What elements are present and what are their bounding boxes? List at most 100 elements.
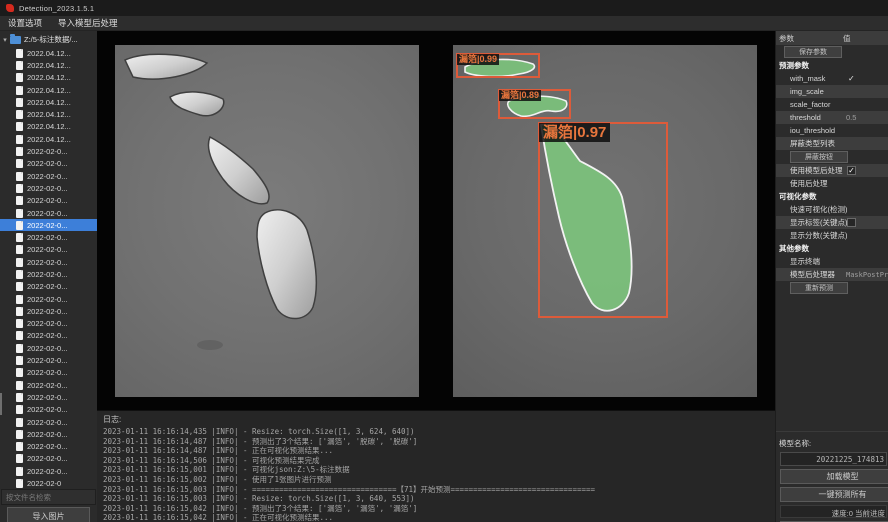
load-model-button[interactable]: 加载模型	[780, 469, 888, 484]
param-label: 使用后处理	[776, 178, 828, 189]
param-button[interactable]: 重新预测	[790, 282, 848, 294]
log-panel[interactable]: 日志: 2023-01-11 16:16:14,435 |INFO| - Res…	[97, 410, 775, 522]
file-icon	[16, 73, 23, 82]
file-icon	[16, 86, 23, 95]
param-row[interactable]: 显示终端	[776, 255, 888, 268]
file-icon	[16, 110, 23, 119]
file-icon	[16, 221, 23, 230]
param-label: 显示分数(关键点)	[776, 230, 848, 241]
param-row[interactable]: with_mask✓	[776, 72, 888, 85]
tree-item[interactable]: 2022-02-0...	[0, 207, 97, 219]
tree-item[interactable]: 2022-02-0...	[0, 391, 97, 403]
param-row[interactable]: iou_threshold	[776, 124, 888, 137]
file-icon	[16, 196, 23, 205]
param-row[interactable]: 使用模型后处理✓	[776, 164, 888, 177]
file-icon	[16, 122, 23, 131]
tree-item[interactable]: 2022-02-0...	[0, 342, 97, 354]
param-button[interactable]: 保存参数	[784, 46, 842, 58]
file-icon	[16, 393, 23, 402]
log-line: 2023-01-11 16:16:15,002 |INFO| - 使用了1张图片…	[97, 475, 775, 485]
detection-label: 漏箔|0.89	[499, 90, 541, 101]
tree-item[interactable]: 2022.04.12...	[0, 108, 97, 120]
param-row[interactable]: 显示分数(关键点)	[776, 229, 888, 242]
checkbox[interactable]	[847, 218, 856, 227]
param-label: with_mask	[776, 74, 825, 83]
param-button-row: 重新预测	[776, 281, 888, 295]
tree-item[interactable]: 2022-02-0...	[0, 244, 97, 256]
params-header-param: 参数	[776, 33, 843, 44]
tree-item[interactable]: 2022-02-0	[0, 477, 97, 489]
model-section: 模型名称: 20221225_174813 加载模型 一键预测所有 速度:0 当…	[776, 431, 888, 522]
param-label: img_scale	[776, 87, 824, 96]
tree-item[interactable]: 2022-02-0...	[0, 318, 97, 330]
param-label: 屏蔽类型列表	[776, 138, 835, 149]
tree-item[interactable]: 2022-02-0...	[0, 416, 97, 428]
model-name-label: 模型名称:	[776, 432, 888, 452]
folder-icon	[10, 36, 21, 44]
tree-item[interactable]: 2022-02-0...	[0, 379, 97, 391]
param-row[interactable]: 显示标签(关键点)	[776, 216, 888, 229]
menu-settings[interactable]: 设置选项	[0, 16, 50, 31]
checkbox[interactable]: ✓	[847, 166, 856, 175]
tree-item[interactable]: 2022-02-0...	[0, 367, 97, 379]
param-button[interactable]: 屏蔽按钮	[790, 151, 848, 163]
menu-import-postprocess[interactable]: 导入模型后处理	[50, 16, 126, 31]
tree-item[interactable]: 2022-02-0...	[0, 219, 97, 231]
tree-item[interactable]: 2022-02-0...	[0, 354, 97, 366]
tree-item[interactable]: 2022.04.12...	[0, 47, 97, 59]
param-row[interactable]: 模型后处理器MaskPostPro	[776, 268, 888, 281]
param-label: 可视化参数	[776, 191, 817, 202]
original-image[interactable]	[115, 45, 419, 397]
tree-item-label: 2022-02-0...	[27, 282, 67, 291]
tree-item-label: 2022-02-0...	[27, 356, 67, 365]
import-image-button[interactable]: 导入图片	[7, 507, 90, 522]
tree-item[interactable]: 2022.04.12...	[0, 59, 97, 71]
param-row[interactable]: 屏蔽类型列表	[776, 137, 888, 150]
tree-item[interactable]: 2022-02-0...	[0, 330, 97, 342]
param-row[interactable]: img_scale	[776, 85, 888, 98]
app-logo-icon	[6, 4, 14, 12]
chevron-down-icon[interactable]: ▾	[0, 36, 10, 44]
tree-scrollbar[interactable]	[0, 393, 2, 415]
tree-item[interactable]: 2022-02-0...	[0, 453, 97, 465]
tree-root-label: Z:/5-标注数据/...	[24, 34, 78, 45]
param-section-header: 可视化参数	[776, 190, 888, 203]
param-section-header: 其他参数	[776, 242, 888, 255]
window-title: Detection_2023.1.5.1	[19, 4, 94, 13]
tree-item[interactable]: 2022-02-0...	[0, 170, 97, 182]
tree-item[interactable]: 2022.04.12...	[0, 133, 97, 145]
tree-item[interactable]: 2022-02-0...	[0, 465, 97, 477]
tree-item[interactable]: 2022-02-0...	[0, 158, 97, 170]
tree-item-label: 2022-02-0...	[27, 405, 67, 414]
file-icon	[16, 307, 23, 316]
tree-item[interactable]: 2022-02-0...	[0, 145, 97, 157]
tree-item[interactable]: 2022-02-0...	[0, 268, 97, 280]
prediction-image[interactable]: 漏箔|0.99漏箔|0.89漏箔|0.97	[453, 45, 757, 397]
tree-item[interactable]: 2022-02-0...	[0, 231, 97, 243]
tree-item[interactable]: 2022-02-0...	[0, 195, 97, 207]
tree-item[interactable]: 2022.04.12...	[0, 121, 97, 133]
tree-item[interactable]: 2022-02-0...	[0, 182, 97, 194]
model-name-field[interactable]: 20221225_174813	[780, 452, 887, 466]
tree-item[interactable]: 2022-02-0...	[0, 404, 97, 416]
tree-item[interactable]: 2022-02-0...	[0, 305, 97, 317]
tree-item[interactable]: 2022-02-0...	[0, 293, 97, 305]
tree-item-label: 2022-02-0...	[27, 245, 67, 254]
param-row[interactable]: 快速可视化(检测)	[776, 203, 888, 216]
tree-item[interactable]: 2022.04.12...	[0, 72, 97, 84]
tree-item[interactable]: 2022-02-0...	[0, 281, 97, 293]
tree-item[interactable]: 2022-02-0...	[0, 441, 97, 453]
tree-item-label: 2022-02-0...	[27, 258, 67, 267]
param-row[interactable]: threshold0.5	[776, 111, 888, 124]
tree-item[interactable]: 2022-02-0...	[0, 428, 97, 440]
tree-item[interactable]: 2022-02-0...	[0, 256, 97, 268]
tree-root[interactable]: ▾ Z:/5-标注数据/...	[0, 33, 97, 46]
tree-item[interactable]: 2022.04.12...	[0, 96, 97, 108]
tree-item[interactable]: 2022.04.12...	[0, 84, 97, 96]
predict-all-button[interactable]: 一键预测所有	[780, 487, 888, 502]
search-input[interactable]	[1, 489, 96, 505]
param-row[interactable]: scale_factor	[776, 98, 888, 111]
file-icon	[16, 270, 23, 279]
tree-item-label: 2022-02-0...	[27, 270, 67, 279]
param-row[interactable]: 使用后处理	[776, 177, 888, 190]
